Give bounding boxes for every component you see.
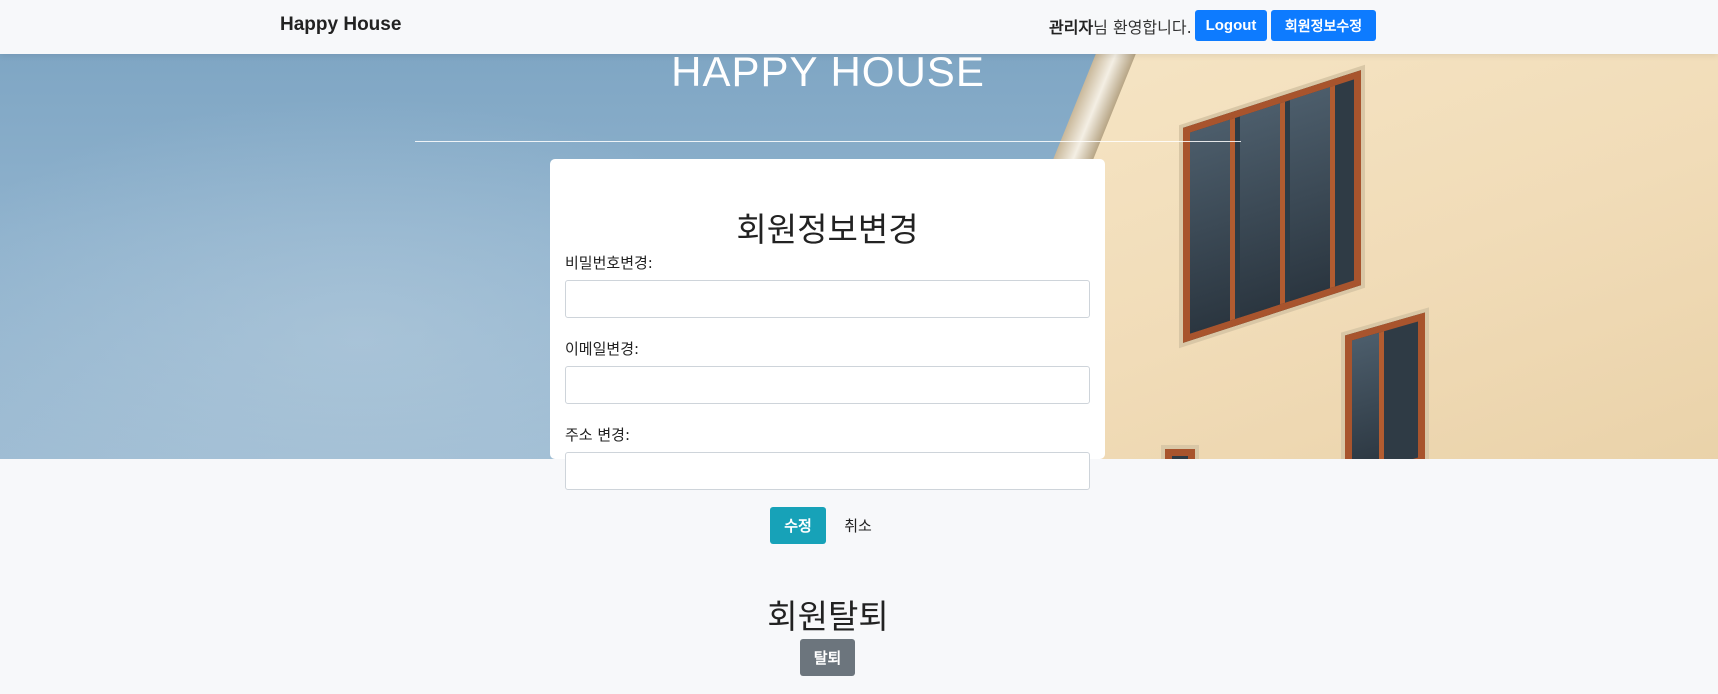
logout-button[interactable]: Logout [1195,10,1267,41]
email-field[interactable] [565,366,1090,404]
hero-divider [415,141,1241,142]
cancel-button[interactable]: 취소 [836,507,880,544]
address-label: 주소 변경: [565,426,631,444]
hero-window [1165,449,1195,459]
submit-button[interactable]: 수정 [770,507,826,544]
hero-title: HAPPY HOUSE [671,54,985,95]
hero-window [1345,312,1425,459]
withdraw-title: 회원탈퇴 [767,597,889,636]
welcome-suffix: 님 환영합니다. [1093,18,1192,37]
email-label: 이메일변경: [565,340,640,358]
brand-link[interactable]: Happy House [280,14,401,36]
user-name: 관리자 [1049,18,1094,37]
withdraw-button[interactable]: 탈퇴 [800,639,855,676]
navbar: Happy House 관리자님 환영합니다. Logout 회원정보수정 [0,0,1718,54]
edit-profile-button[interactable]: 회원정보수정 [1271,10,1376,41]
form-title: 회원정보변경 [736,210,919,249]
address-field[interactable] [565,452,1090,490]
welcome-message: 관리자님 환영합니다. [1049,14,1192,38]
password-label: 비밀번호변경: [565,254,653,272]
password-field[interactable] [565,280,1090,318]
